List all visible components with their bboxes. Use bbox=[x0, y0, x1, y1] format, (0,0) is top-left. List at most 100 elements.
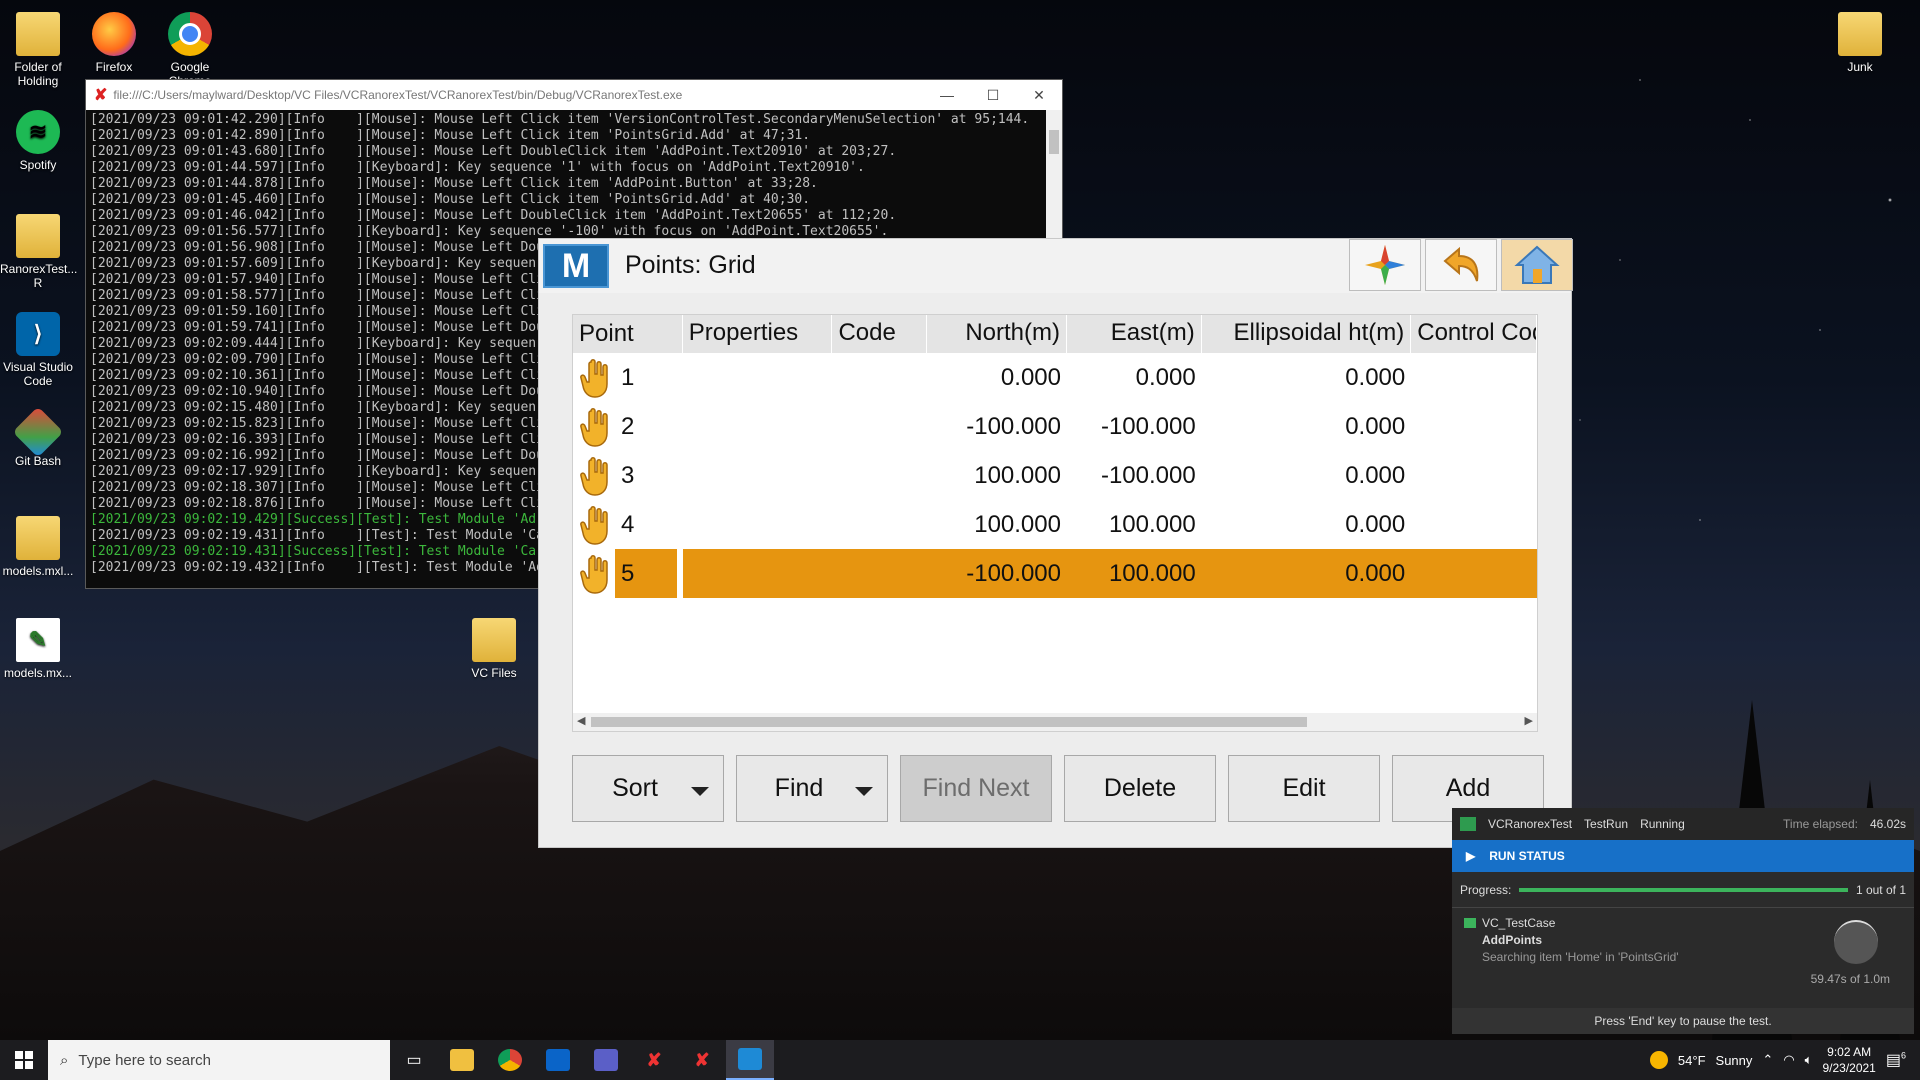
edit-button[interactable]: Edit bbox=[1228, 755, 1380, 822]
weather-condition[interactable]: Sunny bbox=[1716, 1053, 1753, 1068]
cell-point[interactable]: 2 bbox=[573, 402, 683, 451]
find-button[interactable]: Find bbox=[736, 755, 888, 822]
column-header-properties[interactable]: Properties bbox=[683, 315, 833, 353]
cell-properties[interactable] bbox=[683, 451, 833, 500]
volume-icon[interactable]: 🔈︎ bbox=[1805, 1052, 1813, 1068]
desktop-icon-folder-of-holding[interactable]: Folder of Holding bbox=[0, 12, 76, 88]
cell-north[interactable]: 0.000 bbox=[927, 353, 1067, 402]
search-icon: ⌕ bbox=[60, 1051, 69, 1069]
find-next-button[interactable]: Find Next bbox=[900, 755, 1052, 822]
network-icon[interactable]: ◠ bbox=[1783, 1052, 1794, 1068]
cell-east[interactable]: -100.000 bbox=[1067, 451, 1202, 500]
chevron-up-icon[interactable]: ⌃ bbox=[1762, 1052, 1773, 1068]
cell-north[interactable]: 100.000 bbox=[927, 451, 1067, 500]
taskbar-ranorex[interactable]: ✘ bbox=[630, 1040, 678, 1080]
table-row[interactable]: 1 0.000 0.000 0.000 bbox=[573, 353, 1537, 402]
column-header-east[interactable]: East(m) bbox=[1067, 315, 1202, 353]
run-status-bar[interactable]: ▶ RUN STATUS bbox=[1452, 840, 1914, 872]
column-header-ellipsoidal-ht[interactable]: Ellipsoidal ht(m) bbox=[1202, 315, 1412, 353]
column-header-control-code[interactable]: Control Cod bbox=[1411, 315, 1537, 353]
cell-east[interactable]: 0.000 bbox=[1067, 353, 1202, 402]
cell-code[interactable] bbox=[832, 353, 927, 402]
cell-point[interactable]: 1 bbox=[573, 353, 683, 402]
taskbar-app-active[interactable] bbox=[726, 1040, 774, 1080]
scroll-left-arrow-icon[interactable]: ◀ bbox=[577, 714, 585, 727]
cell-code[interactable] bbox=[832, 402, 927, 451]
cell-north[interactable]: -100.000 bbox=[927, 549, 1067, 598]
cell-ellipsoidal-ht[interactable]: 0.000 bbox=[1201, 549, 1412, 598]
cell-code[interactable] bbox=[832, 549, 928, 598]
delete-button[interactable]: Delete bbox=[1064, 755, 1216, 822]
weather-sun-icon bbox=[1649, 1051, 1668, 1069]
cell-control-code[interactable] bbox=[1411, 549, 1537, 598]
compass-button[interactable] bbox=[1349, 239, 1421, 291]
taskbar-ranorex-2[interactable]: ✘ bbox=[678, 1040, 726, 1080]
desktop-icon-models-mx[interactable]: ✎ models.mx... bbox=[0, 618, 76, 680]
cell-ellipsoidal-ht[interactable]: 0.000 bbox=[1202, 402, 1412, 451]
column-header-north[interactable]: North(m) bbox=[927, 315, 1067, 353]
taskbar-outlook[interactable] bbox=[534, 1040, 582, 1080]
scrollbar-thumb[interactable] bbox=[1049, 130, 1059, 154]
desktop-icon-ranorextest[interactable]: RanorexTest... R bbox=[0, 214, 77, 290]
cell-code[interactable] bbox=[832, 500, 927, 549]
home-button[interactable] bbox=[1501, 239, 1573, 291]
cell-north[interactable]: -100.000 bbox=[927, 402, 1067, 451]
cell-ellipsoidal-ht[interactable]: 0.000 bbox=[1202, 353, 1412, 402]
table-row[interactable]: 2 -100.000 -100.000 0.000 bbox=[573, 402, 1537, 451]
minimize-button[interactable]: — bbox=[924, 87, 970, 103]
desktop-icon-chrome[interactable]: Google Chrome bbox=[152, 12, 228, 82]
cell-properties[interactable] bbox=[683, 353, 833, 402]
cell-control-code[interactable] bbox=[1411, 500, 1537, 549]
column-header-point[interactable]: Point bbox=[573, 315, 683, 353]
taskbar-search[interactable]: ⌕ Type here to search bbox=[48, 1040, 390, 1080]
desktop-icon-git-bash[interactable]: Git Bash bbox=[0, 406, 76, 468]
desktop-icon-junk[interactable]: Junk bbox=[1822, 12, 1898, 74]
desktop-icon-spotify[interactable]: ≋ Spotify bbox=[0, 110, 76, 172]
cell-properties[interactable] bbox=[683, 500, 833, 549]
close-button[interactable]: ✕ bbox=[1016, 87, 1062, 104]
clock[interactable]: 9:02 AM 9/23/2021 bbox=[1822, 1044, 1875, 1076]
taskbar-file-explorer[interactable] bbox=[438, 1040, 486, 1080]
cell-control-code[interactable] bbox=[1411, 451, 1537, 500]
notification-icon[interactable]: ▤6 bbox=[1886, 1050, 1906, 1070]
cell-properties[interactable] bbox=[682, 549, 833, 598]
desktop-icon-firefox[interactable]: Firefox bbox=[76, 12, 152, 74]
cell-east[interactable]: -100.000 bbox=[1067, 402, 1202, 451]
cell-properties[interactable] bbox=[683, 402, 833, 451]
cell-point[interactable]: 4 bbox=[573, 500, 683, 549]
maximize-button[interactable]: ☐ bbox=[970, 87, 1016, 104]
start-button[interactable] bbox=[0, 1040, 48, 1080]
console-titlebar[interactable]: ✘ file:///C:/Users/maylward/Desktop/VC F… bbox=[86, 80, 1062, 110]
cell-ellipsoidal-ht[interactable]: 0.000 bbox=[1202, 500, 1412, 549]
sort-button[interactable]: Sort bbox=[572, 755, 724, 822]
console-line: [2021/09/23 09:01:44.878][Info ][Mouse]:… bbox=[90, 176, 818, 191]
cell-ellipsoidal-ht[interactable]: 0.000 bbox=[1202, 451, 1412, 500]
cell-north[interactable]: 100.000 bbox=[927, 500, 1067, 549]
task-view-button[interactable]: ▭ bbox=[390, 1040, 438, 1080]
desktop-icon-vscode[interactable]: ⟩ Visual Studio Code bbox=[0, 312, 76, 388]
table-row[interactable]: 3 100.000 -100.000 0.000 bbox=[573, 451, 1537, 500]
cell-east[interactable]: 100.000 bbox=[1067, 500, 1202, 549]
cell-control-code[interactable] bbox=[1411, 402, 1537, 451]
table-row[interactable]: 5 -100.000 100.000 0.000 bbox=[573, 549, 1537, 598]
desktop-icon-vc-files[interactable]: VC Files bbox=[456, 618, 532, 680]
points-grid[interactable]: Point Properties Code North(m) East(m) E… bbox=[572, 314, 1538, 732]
points-grid-window[interactable]: M Points: Grid Point Properties Code Nor… bbox=[538, 238, 1573, 848]
column-header-code[interactable]: Code bbox=[832, 315, 928, 353]
scrollbar-thumb[interactable] bbox=[591, 717, 1307, 727]
weather-temp[interactable]: 54°F bbox=[1678, 1053, 1706, 1068]
table-row[interactable]: 4 100.000 100.000 0.000 bbox=[573, 500, 1537, 549]
point-id: 4 bbox=[621, 511, 635, 538]
cell-point[interactable]: 5 bbox=[573, 549, 683, 598]
cell-code[interactable] bbox=[832, 451, 927, 500]
scroll-right-arrow-icon[interactable]: ▶ bbox=[1525, 714, 1533, 727]
app-logo[interactable]: M bbox=[543, 244, 609, 288]
cell-control-code[interactable] bbox=[1411, 353, 1537, 402]
back-button[interactable] bbox=[1425, 239, 1497, 291]
grid-horizontal-scrollbar[interactable]: ◀ ▶ bbox=[573, 713, 1537, 731]
cell-point[interactable]: 3 bbox=[573, 451, 683, 500]
taskbar-teams[interactable] bbox=[582, 1040, 630, 1080]
desktop-icon-models-mxl[interactable]: models.mxl... bbox=[0, 516, 76, 578]
cell-east[interactable]: 100.000 bbox=[1066, 549, 1202, 598]
taskbar-chrome[interactable] bbox=[486, 1040, 534, 1080]
